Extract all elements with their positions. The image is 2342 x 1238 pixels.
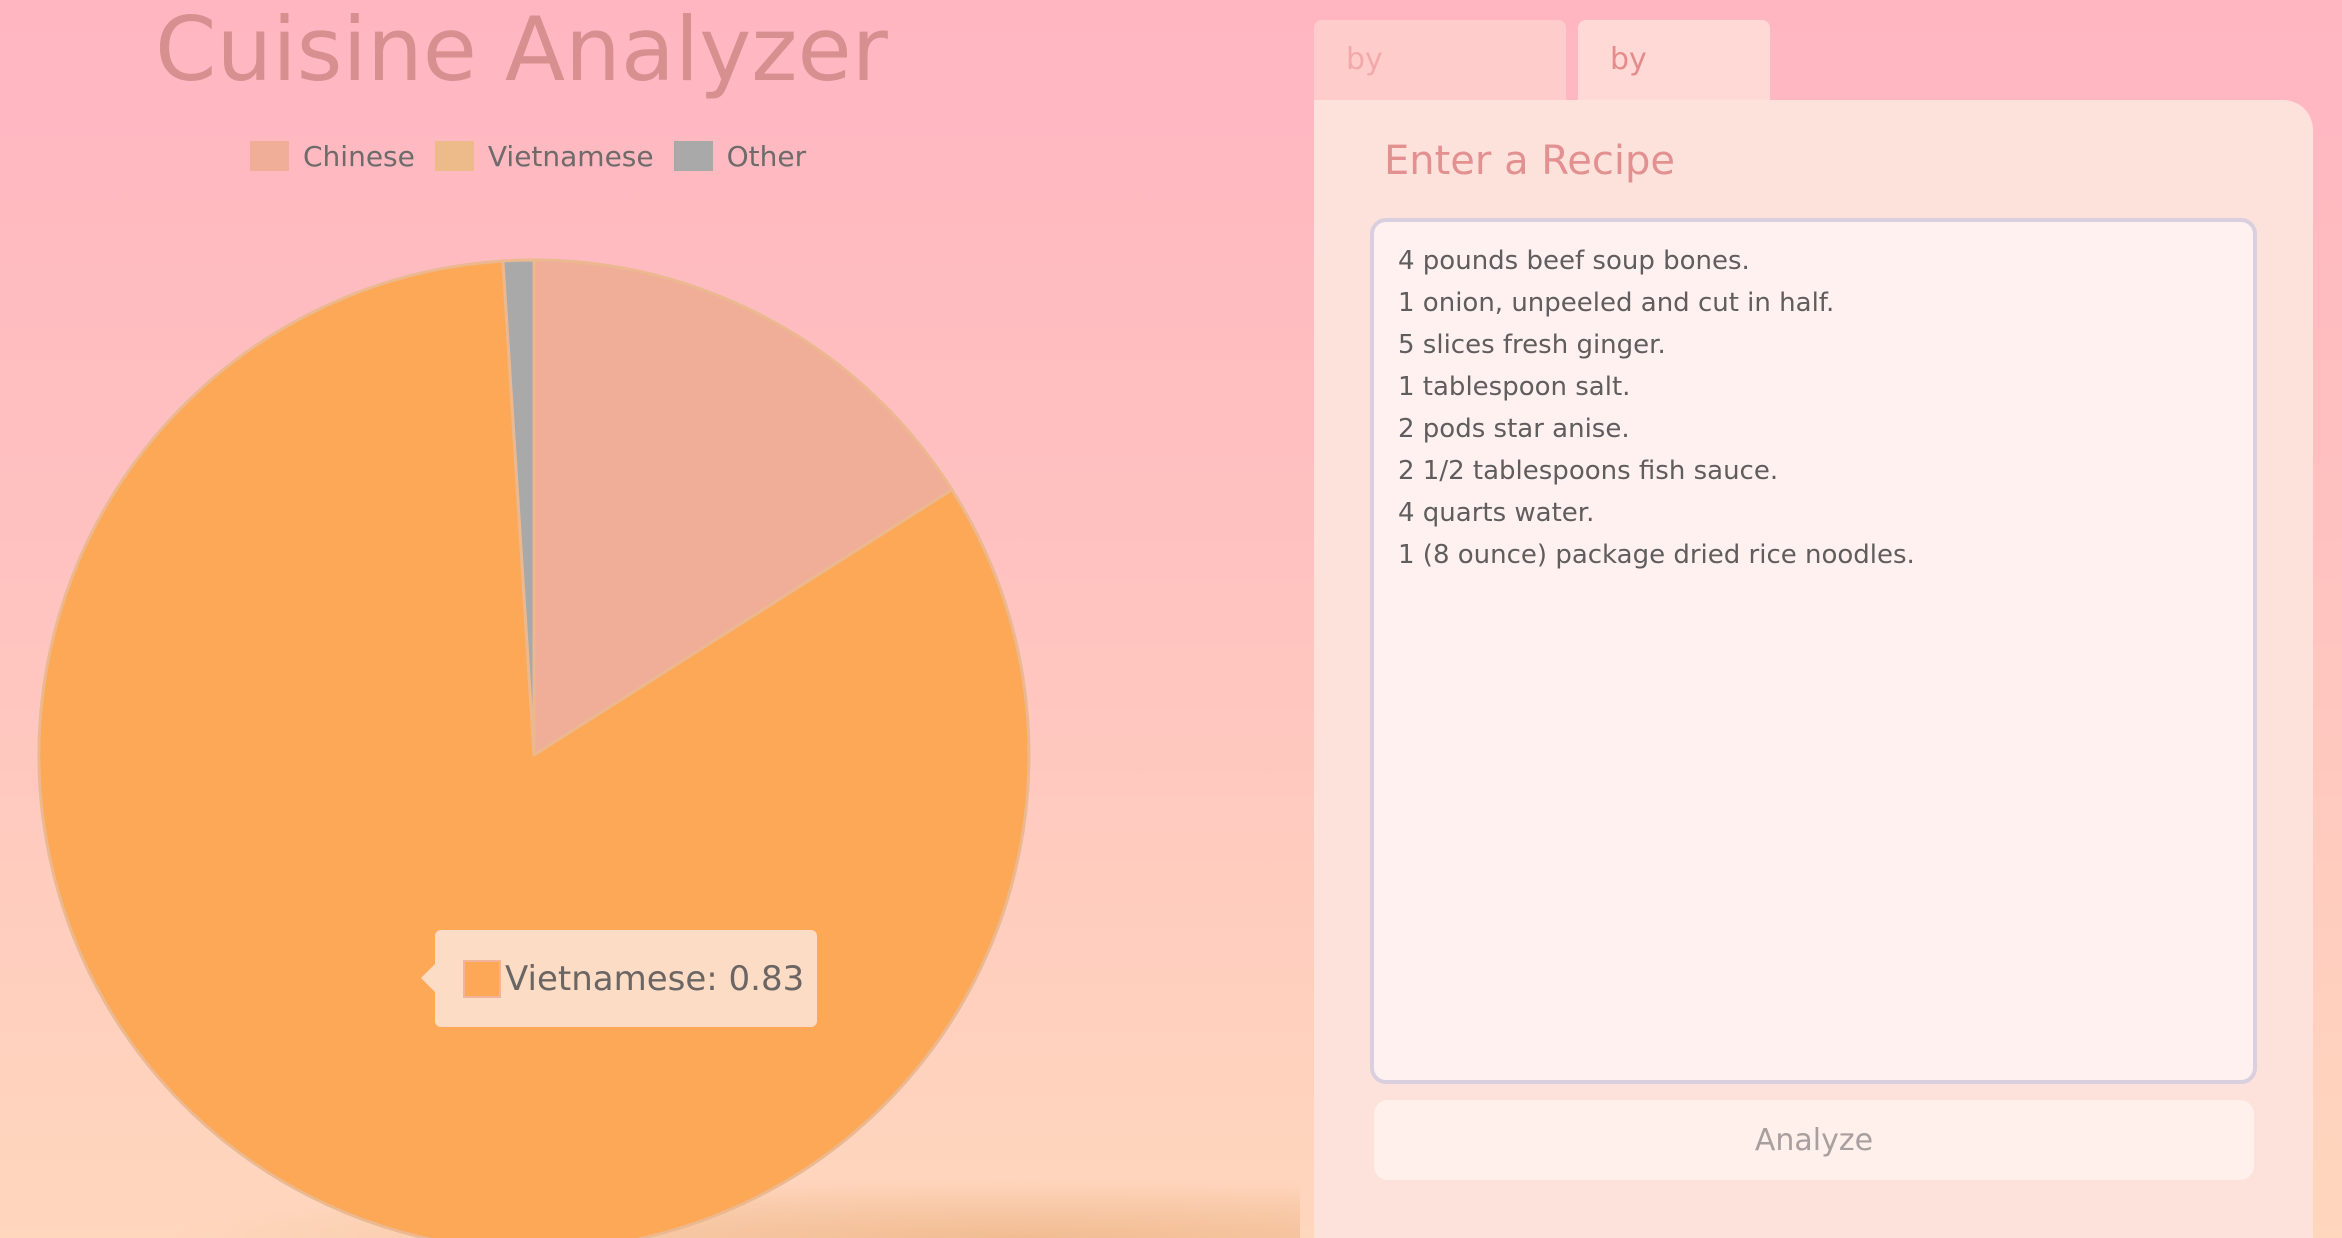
panel-heading: Enter a Recipe <box>1384 138 1676 184</box>
pie-chart-area <box>0 0 1300 1238</box>
tab-by-ingredient[interactable]: by ingredient <box>1314 20 1566 157</box>
tab-bar: by ingredient by recipe <box>1314 20 1770 157</box>
analyze-button[interactable]: Analyze <box>1374 1100 2254 1180</box>
recipe-textarea[interactable]: 4 pounds beef soup bones. 1 onion, unpee… <box>1370 218 2257 1084</box>
chart-tooltip: Vietnamese: 0.83 <box>421 930 817 1027</box>
pie-chart <box>37 258 1300 1238</box>
recipe-panel: Enter a Recipe 4 pounds beef soup bones.… <box>1314 100 2313 1238</box>
tooltip-text: Vietnamese: 0.83 <box>505 958 805 999</box>
tab-by-recipe[interactable]: by recipe <box>1578 20 1770 157</box>
tooltip-swatch <box>463 959 501 998</box>
